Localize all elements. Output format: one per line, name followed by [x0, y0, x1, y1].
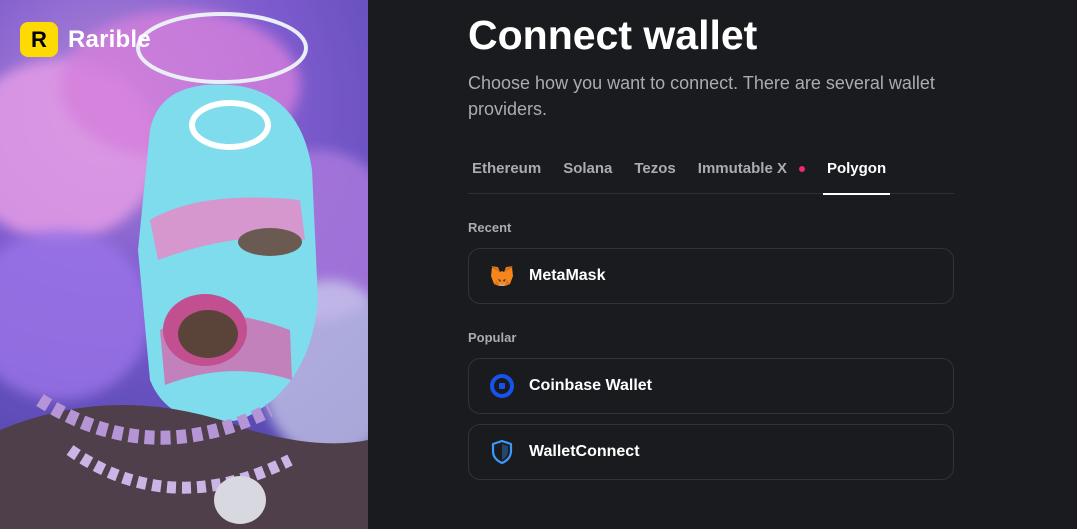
tab-immutable-x[interactable]: Immutable X: [694, 156, 809, 194]
tab-label: Tezos: [634, 160, 676, 177]
walletconnect-shield-icon: [489, 439, 515, 465]
tab-ethereum[interactable]: Ethereum: [468, 156, 545, 194]
wallet-name: WalletConnect: [529, 443, 640, 460]
blockchain-tabs: Ethereum Solana Tezos Immutable X Polygo…: [468, 156, 954, 195]
wallet-name: Coinbase Wallet: [529, 377, 652, 394]
tab-label: Polygon: [826, 160, 887, 177]
tab-label: Ethereum: [472, 160, 542, 177]
brand-logo[interactable]: R Rarible: [20, 22, 151, 57]
page-subtitle: Choose how you want to connect. There ar…: [468, 73, 935, 119]
connect-wallet-panel: Connect wallet Choose how you want to co…: [368, 0, 1077, 529]
tab-solana[interactable]: Solana: [559, 156, 616, 194]
tab-polygon[interactable]: Polygon: [822, 156, 891, 195]
section-label-recent: Recent: [468, 220, 512, 235]
wallet-option-metamask[interactable]: MetaMask: [468, 248, 954, 304]
section-label-popular: Popular: [468, 330, 517, 345]
tab-label: Immutable X: [697, 160, 787, 177]
page-title: Connect wallet: [468, 12, 758, 58]
coinbase-icon: [489, 373, 515, 399]
brand-name: Rarible: [68, 25, 151, 53]
tab-label: Solana: [563, 160, 613, 177]
tab-tezos[interactable]: Tezos: [630, 156, 679, 194]
notification-dot: [798, 166, 805, 172]
brand-mark-letter: R: [31, 26, 47, 52]
hero-artwork: R Rarible: [0, 0, 368, 529]
rarible-logo-icon: R: [20, 22, 58, 57]
wallet-name: MetaMask: [529, 267, 606, 284]
metamask-fox-icon: [489, 263, 515, 289]
wallet-option-coinbase[interactable]: Coinbase Wallet: [468, 358, 954, 414]
wallet-option-walletconnect[interactable]: WalletConnect: [468, 424, 954, 480]
masked-figure-illustration: [0, 12, 368, 529]
